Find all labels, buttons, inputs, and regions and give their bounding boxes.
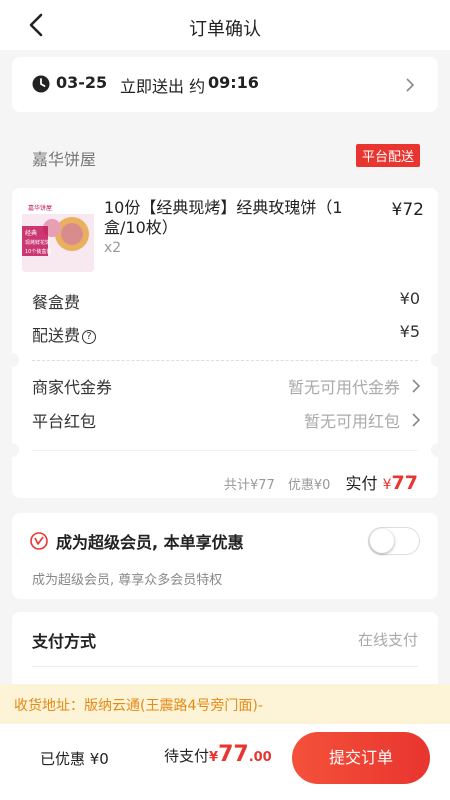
- top-bar: 订单确认: [0, 0, 450, 50]
- product-image-line2: 现烤鲜花饼: [25, 239, 50, 246]
- to-pay: 待支付¥77.00: [164, 742, 272, 767]
- bottom-bar: 已优惠 ¥0 待支付¥77.00 提交订单: [0, 724, 450, 800]
- item-name: 10份【经典现烤】经典玫瑰饼（1盒/10枚）: [104, 198, 343, 237]
- discount-text: 已优惠 ¥0: [40, 750, 109, 768]
- vip-toggle[interactable]: [368, 527, 420, 555]
- divider-notch: [431, 443, 445, 457]
- product-image-line3: 10个装盒装: [25, 248, 51, 255]
- coupon-row-platform[interactable]: 平台红包 暂无可用红包: [32, 408, 420, 432]
- chevron-right-icon: [406, 78, 414, 92]
- delivery-badge: 平台配送: [355, 144, 420, 167]
- divider: [32, 450, 418, 451]
- payment-method-card[interactable]: 支付方式 在线支付: [12, 612, 438, 692]
- coupon-label: 商家代金券: [32, 378, 113, 397]
- fee-value: ¥5: [399, 322, 420, 341]
- page-title: 订单确认: [189, 19, 261, 40]
- address-text: 收货地址：版纳云通(王震路4号旁门面)-: [14, 698, 263, 714]
- vip-subtitle: 成为超级会员, 尊享众多会员特权: [32, 573, 223, 588]
- fee-label: 配送费: [32, 326, 81, 345]
- summary-pay-label: 实付: [345, 474, 378, 493]
- to-pay-currency: ¥: [209, 750, 219, 765]
- summary-total: 共计¥77: [223, 478, 275, 493]
- clock-icon: [32, 75, 50, 93]
- divider: [32, 360, 418, 361]
- to-pay-amount: 77: [218, 742, 249, 767]
- fee-row-box: 餐盒费 ¥0: [32, 289, 420, 313]
- delivery-time: 09:16: [208, 73, 259, 92]
- divider: [32, 666, 418, 667]
- divider-notch: [5, 353, 19, 367]
- item-price: ¥72: [391, 200, 424, 220]
- payment-value: 在线支付: [357, 631, 418, 649]
- divider-notch: [431, 353, 445, 367]
- delivery-time-card[interactable]: 03-25 立即送出 约 09:16: [12, 57, 438, 112]
- delivery-mode: 立即送出 约: [120, 77, 206, 96]
- chevron-right-icon: [412, 379, 420, 393]
- vip-badge-icon: [30, 532, 48, 550]
- chevron-right-icon: [412, 413, 420, 427]
- vip-title: 成为超级会员, 本单享优惠: [56, 533, 244, 552]
- coupon-row-merchant[interactable]: 商家代金券 暂无可用代金券: [32, 374, 420, 398]
- fee-row-delivery: 配送费? ¥5: [32, 322, 420, 346]
- toggle-knob: [370, 529, 394, 553]
- coupon-value: 暂无可用红包: [303, 412, 400, 431]
- fee-label: 餐盒费: [32, 293, 81, 312]
- order-summary: 共计¥77 优惠¥0 实付 ¥77: [224, 470, 418, 494]
- payment-label: 支付方式: [32, 632, 97, 651]
- vip-card: 成为超级会员, 本单享优惠 成为超级会员, 尊享众多会员特权: [12, 513, 438, 599]
- divider-notch: [5, 443, 19, 457]
- product-image-brand: 嘉华饼屋: [28, 204, 52, 212]
- summary-discount: 优惠¥0: [287, 478, 331, 493]
- submit-order-button[interactable]: 提交订单: [292, 732, 430, 784]
- coupon-label: 平台红包: [32, 412, 97, 431]
- product-image-line1: 经典: [25, 229, 37, 237]
- delivery-date: 03-25: [56, 73, 108, 92]
- shop-name: 嘉华饼屋: [32, 150, 97, 169]
- summary-amount: 77: [391, 472, 418, 494]
- help-icon[interactable]: ?: [82, 329, 97, 344]
- summary-currency: ¥: [382, 477, 392, 493]
- address-banner[interactable]: 收货地址：版纳云通(王震路4号旁门面)-: [0, 684, 450, 724]
- fee-value: ¥0: [399, 289, 420, 308]
- item-quantity: x2: [104, 240, 122, 256]
- to-pay-cents: .00: [248, 750, 272, 765]
- shop-header: 嘉华饼屋 平台配送: [12, 126, 438, 188]
- to-pay-label: 待支付: [164, 747, 210, 765]
- order-items-card: 嘉华饼屋 经典 现烤鲜花饼 10个装盒装 10份【经典现烤】经典玫瑰饼（1盒/1…: [5, 188, 445, 498]
- coupon-value: 暂无可用代金券: [287, 378, 400, 397]
- product-image: 嘉华饼屋 经典 现烤鲜花饼 10个装盒装: [22, 200, 94, 272]
